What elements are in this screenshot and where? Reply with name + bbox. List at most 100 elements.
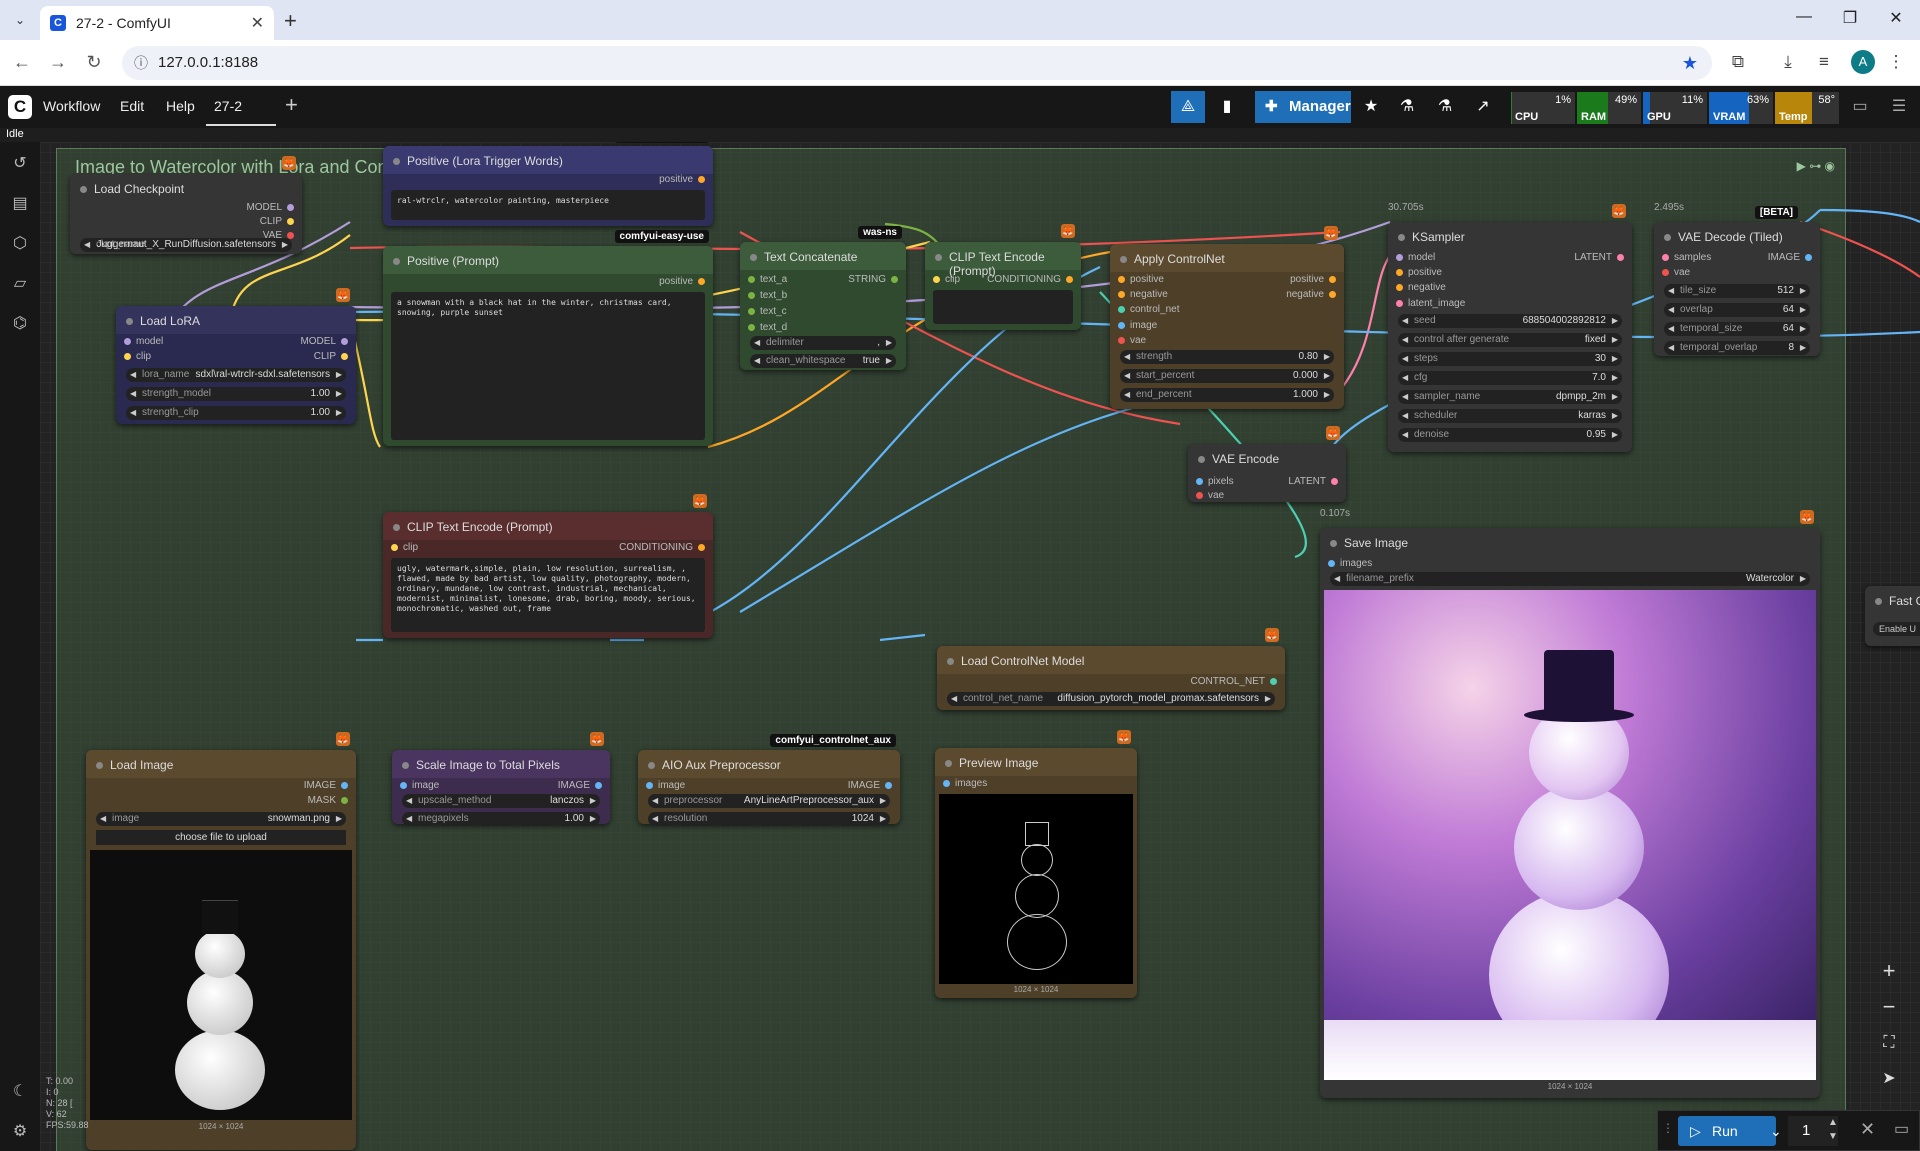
node-title[interactable]: CLIP Text Encode (Prompt) <box>383 512 713 540</box>
input-latent-image[interactable]: latent_image <box>1396 298 1465 309</box>
new-tab-icon[interactable]: + <box>284 8 297 34</box>
strength-widget[interactable]: strength 0.80 <box>1120 350 1334 364</box>
menu-workflow[interactable]: Workflow <box>43 98 100 114</box>
node-title[interactable]: Positive (Lora Trigger Words) <box>383 146 713 174</box>
node-vae-decode-tiled[interactable]: 2.495s [BETA] VAE Decode (Tiled) samples… <box>1654 202 1820 356</box>
node-title[interactable]: KSampler <box>1388 222 1632 250</box>
node-title[interactable]: VAE Decode (Tiled) <box>1654 222 1820 250</box>
node-clip-text-encode-negative[interactable]: 🦊 CLIP Text Encode (Prompt) clip CONDITI… <box>383 494 713 638</box>
end-percent-widget[interactable]: end_percent 1.000 <box>1120 388 1334 402</box>
node-title[interactable]: Load ControlNet Model <box>937 646 1285 674</box>
extensions-icon[interactable]: ⧉ <box>1726 52 1750 72</box>
output-string[interactable]: STRING <box>848 274 898 285</box>
theme-toggle-icon[interactable]: ☾ <box>10 1082 30 1102</box>
prompt-textarea[interactable]: ral-wtrclr, watercolor painting, masterp… <box>391 190 705 220</box>
seed-widget[interactable]: seed 688504002892812 <box>1398 314 1622 328</box>
strength-clip-widget[interactable]: strength_clip 1.00 <box>126 406 346 420</box>
temporal-size-widget[interactable]: temporal_size 64 <box>1664 322 1810 336</box>
run-button[interactable]: ▷ Run ⌄ <box>1678 1116 1782 1146</box>
steps-widget[interactable]: steps 30 <box>1398 352 1622 366</box>
download-icon[interactable]: ⤓ <box>1776 52 1800 72</box>
node-title[interactable]: Preview Image <box>935 748 1137 776</box>
input-snowman-photo[interactable] <box>90 850 352 1120</box>
node-ksampler[interactable]: 30.705s 🦊 KSampler model positive negati… <box>1388 202 1632 452</box>
output-mask[interactable]: MASK <box>308 795 349 806</box>
node-title[interactable]: Apply ControlNet <box>1110 244 1344 272</box>
input-images[interactable]: images <box>943 778 987 789</box>
output-clip[interactable]: CLIP <box>314 351 349 362</box>
tab-list-chevron-icon[interactable]: ⌄ <box>10 10 30 30</box>
node-title[interactable]: Fast G <box>1865 586 1920 614</box>
node-title[interactable]: Load Checkpoint <box>70 174 302 202</box>
node-title[interactable]: Text Concatenate <box>740 242 906 270</box>
input-clip[interactable]: clip <box>933 274 960 285</box>
node-title[interactable]: VAE Encode <box>1188 444 1346 472</box>
node-clip-text-encode-positive[interactable]: 🦊 CLIP Text Encode (Prompt) clip CONDITI… <box>925 224 1081 330</box>
queue-panel-icon[interactable]: ▭ <box>1894 1119 1909 1139</box>
node-title[interactable]: Save Image <box>1320 528 1820 556</box>
input-model[interactable]: model <box>1396 252 1435 263</box>
input-image[interactable]: image <box>646 780 685 791</box>
overlap-widget[interactable]: overlap 64 <box>1664 303 1810 317</box>
graph-canvas[interactable]: Image to Watercolor with Lora and Contro… <box>40 142 1920 1151</box>
group-controls-icon[interactable]: ▶ ⊶ ◉ <box>1797 159 1835 173</box>
output-control-net[interactable]: CONTROL_NET <box>1191 676 1278 687</box>
output-image[interactable]: IMAGE <box>848 780 893 791</box>
input-control-net[interactable]: control_net <box>1118 304 1179 315</box>
input-vae[interactable]: vae <box>1118 335 1146 346</box>
bookmark-star-icon[interactable]: ★ <box>1682 46 1698 80</box>
output-clip[interactable]: CLIP <box>260 216 295 227</box>
restore-icon[interactable]: ❐ <box>1838 8 1862 28</box>
node-apply-controlnet[interactable]: 🦊 Apply ControlNet positive negative con… <box>1110 226 1344 409</box>
output-latent[interactable]: LATENT <box>1574 252 1624 263</box>
menu-help[interactable]: Help <box>166 98 195 114</box>
negative-prompt-textarea[interactable]: ugly, watermark,simple, plain, low resol… <box>391 558 705 632</box>
ckpt-name-widget[interactable]: ckpt_nameJuggernaut_X_RunDiffusion.safet… <box>80 238 292 252</box>
share-icon[interactable]: ↗ <box>1466 91 1500 123</box>
upscale-method-widget[interactable]: upscale_method lanczos <box>402 794 600 808</box>
input-text-a[interactable]: text_a <box>748 274 787 285</box>
node-title[interactable]: CLIP Text Encode (Prompt) <box>925 242 1081 278</box>
node-positive-prompt[interactable]: comfyui-easy-use Positive (Prompt) posit… <box>383 230 713 446</box>
bookmark-icon[interactable]: ▮ <box>1210 91 1244 123</box>
input-image[interactable]: image <box>1118 320 1157 331</box>
lineart-preview[interactable] <box>939 794 1133 984</box>
output-model[interactable]: MODEL <box>246 202 294 213</box>
image-select-widget[interactable]: image snowman.png <box>96 812 346 826</box>
node-fast-groups[interactable]: Fast G Enable U <box>1865 586 1920 646</box>
delimiter-widget[interactable]: delimiter, <box>750 336 896 350</box>
hamburger-menu-icon[interactable]: ☰ <box>1882 91 1916 123</box>
zoom-out-icon[interactable]: − <box>1874 992 1904 1022</box>
zoom-in-icon[interactable]: + <box>1874 956 1904 986</box>
node-title[interactable]: AIO Aux Preprocessor <box>638 750 900 778</box>
output-image[interactable]: IMAGE <box>558 780 603 791</box>
input-text-d[interactable]: text_d <box>748 322 787 333</box>
run-options-chevron-icon[interactable]: ⌄ <box>1770 1116 1782 1146</box>
back-icon[interactable]: ← <box>10 52 34 73</box>
resolution-widget[interactable]: resolution 1024 <box>648 812 890 826</box>
megapixels-widget[interactable]: megapixels 1.00 <box>402 812 600 826</box>
input-text-c[interactable]: text_c <box>748 306 787 317</box>
input-vae[interactable]: vae <box>1662 267 1690 278</box>
node-scale-image[interactable]: 🦊 Scale Image to Total Pixels image IMAG… <box>392 732 610 826</box>
control-after-generate-widget[interactable]: control after generate fixed <box>1398 333 1622 347</box>
input-negative[interactable]: negative <box>1396 282 1446 293</box>
output-image[interactable]: IMAGE <box>304 780 349 791</box>
output-latent[interactable]: LATENT <box>1288 476 1338 487</box>
start-percent-widget[interactable]: start_percent 0.000 <box>1120 369 1334 383</box>
workflows-icon[interactable]: ▱ <box>10 274 30 294</box>
cancel-run-icon[interactable]: ✕ <box>1860 1119 1875 1140</box>
input-negative[interactable]: negative <box>1118 289 1168 300</box>
forward-icon[interactable]: → <box>46 52 70 73</box>
input-pixels[interactable]: pixels <box>1196 476 1234 487</box>
tile-size-widget[interactable]: tile_size 512 <box>1664 284 1810 298</box>
browser-tab[interactable]: C 27-2 - ComfyUI ✕ <box>40 6 274 40</box>
output-positive[interactable]: positive <box>659 276 705 287</box>
node-text-concatenate[interactable]: was-ns Text Concatenate text_a text_b te… <box>740 226 906 370</box>
choose-file-button[interactable]: choose file to upload <box>96 830 346 845</box>
input-vae[interactable]: vae <box>1196 490 1224 501</box>
output-conditioning[interactable]: CONDITIONING <box>987 274 1073 285</box>
node-load-lora[interactable]: 🦊 Load LoRA model clip MODEL CLIP lora_n… <box>116 288 356 424</box>
lora-name-widget[interactable]: lora_name sdxl\ral-wtrclr-sdxl.safetensor… <box>126 368 346 382</box>
input-positive[interactable]: positive <box>1396 267 1442 278</box>
